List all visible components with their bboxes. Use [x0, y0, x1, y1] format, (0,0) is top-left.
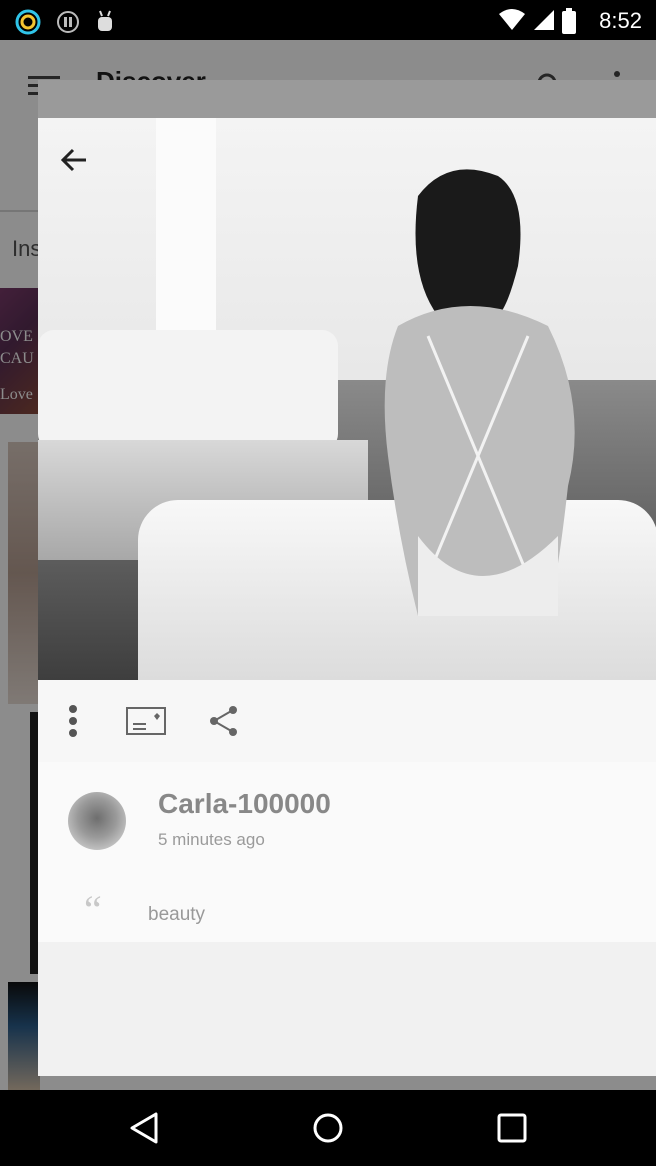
postcard-heart-icon[interactable]: [126, 704, 166, 741]
ring-icon: [14, 8, 42, 41]
photo-top-bar: [38, 80, 656, 118]
avatar[interactable]: [68, 792, 126, 850]
battery-icon: [562, 8, 576, 39]
action-bar: [38, 680, 656, 762]
recents-icon[interactable]: [496, 1110, 528, 1151]
post-photo[interactable]: [38, 80, 656, 680]
more-vert-icon[interactable]: [68, 704, 78, 743]
comment-card: Carla-100000 5 minutes ago “ beauty: [38, 762, 656, 942]
back-icon[interactable]: [126, 1110, 162, 1151]
share-icon[interactable]: [208, 704, 240, 743]
back-arrow-icon[interactable]: [58, 144, 90, 176]
timestamp: 5 minutes ago: [158, 830, 265, 849]
status-bar: 8:52: [0, 0, 656, 40]
photo-sofa: [38, 330, 338, 450]
android-debug-icon: [94, 8, 116, 41]
photo-detail-dialog: Carla-100000 5 minutes ago “ beauty: [38, 80, 656, 1076]
dialog-empty-area: [38, 942, 656, 1076]
comment-text: beauty: [148, 904, 206, 925]
signal-icon: [532, 8, 556, 37]
status-time: 8:52: [599, 8, 642, 33]
username[interactable]: Carla-100000: [158, 788, 331, 820]
home-icon[interactable]: [310, 1110, 346, 1151]
navigation-bar: [0, 1090, 656, 1166]
wifi-icon: [498, 8, 526, 37]
quote-icon: “: [84, 887, 102, 932]
pause-circle-icon: [56, 8, 80, 41]
photo-person: [384, 169, 575, 616]
